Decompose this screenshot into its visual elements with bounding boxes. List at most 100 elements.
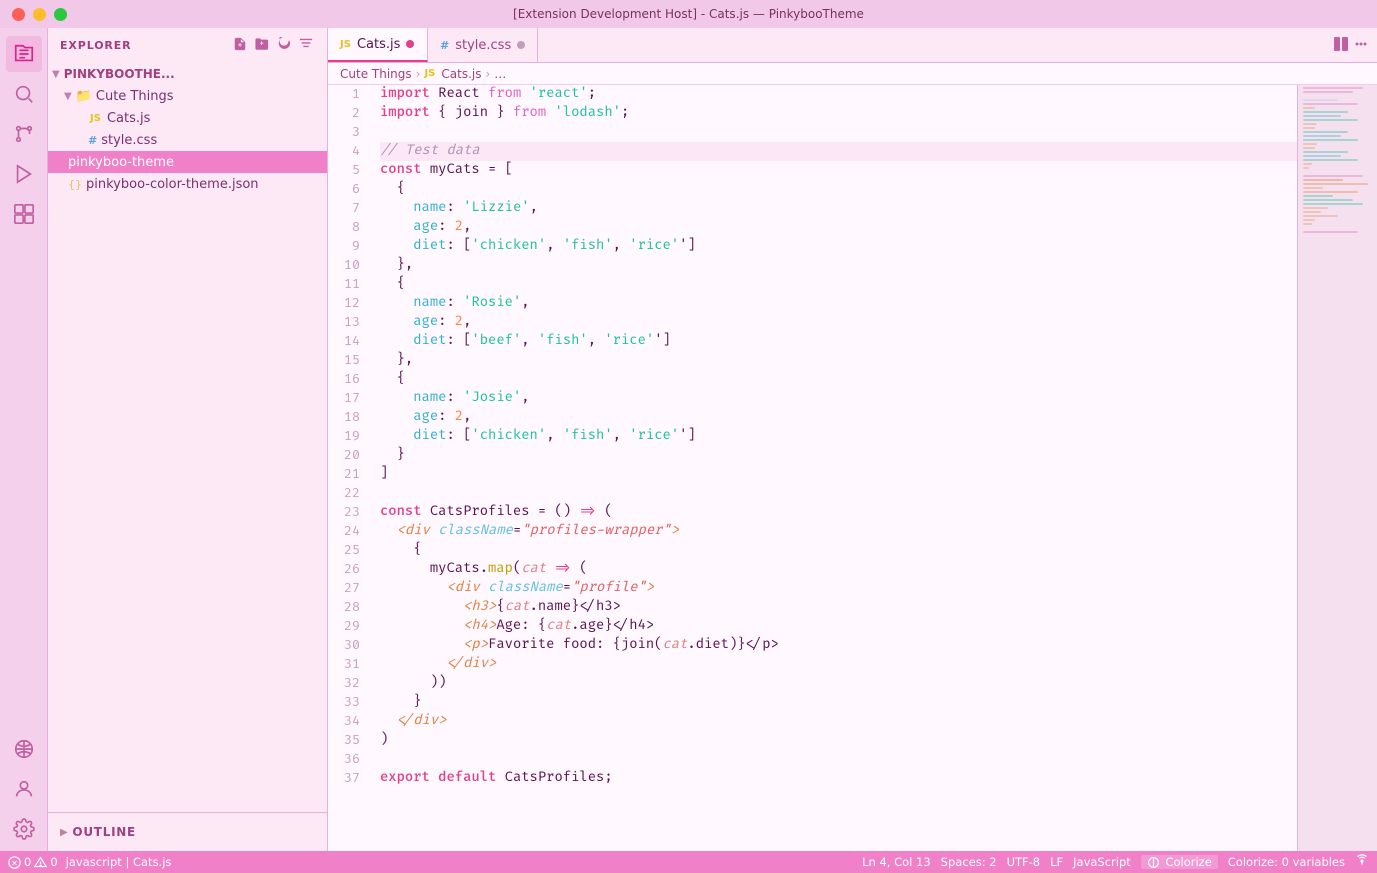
status-bar: ✕ 0 0 javascript | Cats.js Ln 4, Col 13 … (0, 851, 1377, 873)
code-line-11: { (380, 275, 1297, 294)
js-file-icon: JS (88, 113, 103, 124)
code-line-16: { (380, 370, 1297, 389)
maximize-button[interactable] (54, 8, 67, 21)
code-line-28: <h3>{cat.name}</h3> (380, 598, 1297, 617)
code-line-5: const myCats = [ (380, 161, 1297, 180)
tabs-bar: JS Cats.js # style.css (328, 28, 1377, 63)
folder-label: Cute Things (96, 89, 174, 104)
code-line-3 (380, 123, 1297, 142)
code-line-9: diet: ['chicken', 'fish', 'rice''] (380, 237, 1297, 256)
account-icon[interactable] (6, 771, 42, 807)
file-label-css: style.css (101, 133, 157, 148)
sidebar-bottom: ▶ OUTLINE (48, 812, 327, 851)
breadcrumb-folder[interactable]: Cute Things (340, 67, 412, 81)
broadcast-icon[interactable] (1355, 854, 1369, 871)
code-line-13: age: 2, (380, 313, 1297, 332)
code-line-15: }, (380, 351, 1297, 370)
code-line-4: // Test data (380, 142, 1297, 161)
css-file-icon: # (88, 134, 97, 147)
tab-css-icon: # (440, 39, 449, 52)
code-line-8: age: 2, (380, 218, 1297, 237)
tab-style-css-dot (517, 41, 525, 49)
file-style-css[interactable]: # style.css (48, 129, 327, 151)
breadcrumb-js-icon: JS (424, 68, 435, 79)
breadcrumb-symbol[interactable]: … (494, 67, 506, 81)
search-icon[interactable] (6, 76, 42, 112)
run-icon[interactable] (6, 156, 42, 192)
encoding-indicator[interactable]: UTF-8 (1007, 855, 1041, 869)
window-title: [Extension Development Host] - Cats.js —… (513, 7, 864, 21)
breadcrumb-file[interactable]: Cats.js (441, 67, 481, 81)
code-line-19: diet: ['chicken', 'fish', 'rice''] (380, 427, 1297, 446)
extensions-icon[interactable] (6, 196, 42, 232)
warning-count: 0 (50, 855, 57, 869)
folder-arrow: ▼ (64, 91, 72, 102)
line-numbers: 1234567891011121314151617181920212223242… (328, 85, 372, 851)
code-line-31: </div> (380, 655, 1297, 674)
code-line-17: name: 'Josie', (380, 389, 1297, 408)
position-indicator[interactable]: Ln 4, Col 13 (862, 855, 931, 869)
file-cats-js[interactable]: JS Cats.js (48, 107, 327, 129)
sidebar: Explorer ▼ PINKYBOOTHE... (48, 28, 328, 851)
minimap (1297, 85, 1377, 851)
root-label: PINKYBOOTHE... (64, 67, 175, 81)
code-line-2: import { join } from 'lodash'; (380, 104, 1297, 123)
source-control-icon[interactable] (6, 116, 42, 152)
code-line-36 (380, 750, 1297, 769)
settings-icon[interactable] (6, 811, 42, 847)
tab-cats-js[interactable]: JS Cats.js (328, 28, 428, 62)
code-line-37: export default CatsProfiles; (380, 769, 1297, 788)
branch-label: javascript | (66, 855, 130, 869)
outline-section[interactable]: ▶ OUTLINE (60, 821, 315, 843)
sidebar-header: Explorer (48, 28, 327, 63)
line-ending-indicator[interactable]: LF (1050, 855, 1063, 869)
files-icon[interactable] (6, 36, 42, 72)
new-folder-button[interactable] (253, 35, 271, 56)
remote-icon[interactable] (6, 731, 42, 767)
activity-bar (0, 28, 48, 851)
code-line-10: }, (380, 256, 1297, 275)
tab-js-icon: JS (340, 39, 351, 50)
outline-arrow: ▶ (60, 827, 68, 838)
tab-cats-js-label: Cats.js (357, 37, 400, 52)
file-pinkyboo-color-theme[interactable]: {} pinkyboo-color-theme.json (48, 173, 327, 195)
app-body: Explorer ▼ PINKYBOOTHE... (0, 28, 1377, 851)
more-actions-button[interactable] (1353, 36, 1369, 55)
close-button[interactable] (12, 8, 25, 21)
errors-indicator[interactable]: ✕ 0 0 (8, 855, 58, 869)
json-label: pinkyboo-color-theme.json (86, 177, 259, 192)
language-indicator[interactable]: JavaScript (1073, 855, 1131, 869)
svg-text:✕: ✕ (11, 857, 18, 867)
tree-root[interactable]: ▼ PINKYBOOTHE... (48, 63, 327, 85)
code-content[interactable]: import React from 'react';import { join … (372, 85, 1297, 851)
minimize-button[interactable] (33, 8, 46, 21)
colorize-button[interactable]: Colorize (1141, 855, 1218, 869)
spaces-indicator[interactable]: Spaces: 2 (941, 855, 997, 869)
code-line-29: <h4>Age: {cat.age}</h4> (380, 617, 1297, 636)
breadcrumb-sep1: › (416, 67, 421, 81)
branch-indicator[interactable]: javascript | Cats.js (66, 855, 172, 869)
file-pinkyboo-theme[interactable]: pinkyboo-theme (48, 151, 327, 173)
tab-style-css-label: style.css (455, 38, 511, 53)
tabs-spacer (538, 28, 1325, 62)
colorize-vars-indicator[interactable]: Colorize: 0 variables (1228, 855, 1345, 869)
collapse-all-button[interactable] (297, 35, 315, 56)
json-file-icon: {} (68, 178, 82, 191)
file-label: Cats.js (107, 111, 150, 126)
code-line-24: <div className="profiles-wrapper"> (380, 522, 1297, 541)
code-line-26: myCats.map(cat => ( (380, 560, 1297, 579)
colorize-label: Colorize (1165, 855, 1211, 869)
code-editor[interactable]: 1234567891011121314151617181920212223242… (328, 85, 1297, 851)
refresh-button[interactable] (275, 35, 293, 56)
file-tree: ▼ PINKYBOOTHE... ▼ 📁 Cute Things JS Cats… (48, 63, 327, 812)
file-label-status: Cats.js (133, 855, 171, 869)
tab-style-css[interactable]: # style.css (428, 28, 538, 62)
split-editor-button[interactable] (1333, 36, 1349, 55)
new-file-button[interactable] (231, 35, 249, 56)
code-line-14: diet: ['beef', 'fish', 'rice''] (380, 332, 1297, 351)
title-bar: [Extension Development Host] - Cats.js —… (0, 0, 1377, 28)
window-controls[interactable] (12, 8, 67, 21)
code-line-18: age: 2, (380, 408, 1297, 427)
folder-cute-things[interactable]: ▼ 📁 Cute Things (48, 85, 327, 107)
editor-area: JS Cats.js # style.css Cute Things (328, 28, 1377, 851)
